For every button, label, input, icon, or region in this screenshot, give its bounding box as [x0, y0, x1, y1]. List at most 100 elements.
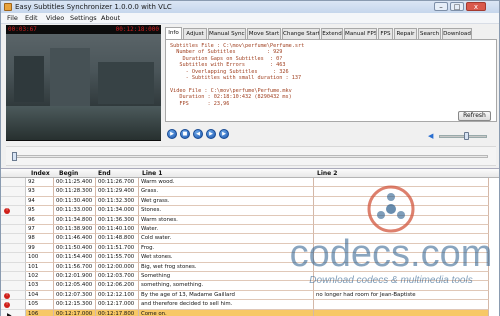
row-marker[interactable] [1, 272, 26, 282]
row-marker[interactable] [1, 215, 26, 225]
cell-index[interactable]: 104 [26, 290, 54, 301]
table-row[interactable]: ▶ 106 00:12:17.000 00:12:17.800 Come on. [1, 309, 499, 316]
col-line1[interactable]: Line 1 [142, 169, 162, 178]
cell-line2[interactable] [314, 281, 489, 291]
cell-index[interactable]: 105 [26, 300, 54, 310]
cell-begin[interactable]: 00:11:38.900 [54, 225, 96, 235]
seek-bar[interactable] [6, 146, 496, 166]
cell-begin[interactable]: 00:11:33.000 [54, 206, 96, 216]
col-begin[interactable]: Begin [59, 169, 78, 178]
cell-line2[interactable] [314, 178, 489, 188]
table-row[interactable]: 93 00:11:28.300 00:11:29.400 Grass. [1, 187, 499, 197]
cell-line1[interactable]: Something [139, 272, 314, 282]
cell-end[interactable]: 00:11:48.800 [96, 234, 139, 244]
cell-index[interactable]: 102 [26, 272, 54, 282]
table-row[interactable]: 100 00:11:54.400 00:11:55.700 Wet stones. [1, 253, 499, 263]
row-marker[interactable] [1, 243, 26, 254]
cell-index[interactable]: 99 [26, 243, 54, 254]
cell-line1[interactable]: Big, wet frog stones. [139, 262, 314, 272]
cell-begin[interactable]: 00:12:01.900 [54, 272, 96, 282]
cell-end[interactable]: 00:11:40.100 [96, 225, 139, 235]
tab-manual-fps[interactable]: Manual FPS [344, 28, 377, 39]
tab-adjust[interactable]: Adjust [183, 28, 207, 39]
speaker-icon[interactable]: ◀ [428, 132, 436, 140]
tab-extend[interactable]: Extend [321, 28, 343, 39]
cell-line2[interactable] [314, 272, 489, 282]
col-index[interactable]: Index [31, 169, 50, 178]
tab-search[interactable]: Search [418, 28, 441, 39]
cell-begin[interactable]: 00:12:05.400 [54, 281, 96, 291]
cell-begin[interactable]: 00:11:54.400 [54, 253, 96, 263]
cell-line1[interactable]: Cold water. [139, 234, 314, 244]
tab-move-start[interactable]: Move Start [247, 28, 281, 39]
row-marker[interactable] [1, 262, 26, 272]
next-frame-icon[interactable]: ▶ [219, 129, 229, 139]
volume-thumb[interactable] [464, 132, 469, 140]
cell-line2[interactable] [314, 225, 489, 235]
menu-video[interactable]: Video [46, 13, 64, 24]
row-marker[interactable]: ▶ [1, 309, 26, 316]
cell-begin[interactable]: 00:12:17.000 [54, 309, 96, 316]
maximize-button[interactable]: □ [450, 2, 464, 11]
close-button[interactable]: x [466, 2, 486, 11]
cell-line1[interactable]: Grass. [139, 187, 314, 197]
cell-begin[interactable]: 00:11:30.400 [54, 196, 96, 207]
row-marker[interactable] [1, 234, 26, 244]
cell-line2[interactable] [314, 206, 489, 216]
cell-line2[interactable] [314, 253, 489, 263]
row-marker[interactable] [1, 225, 26, 235]
tab-repair[interactable]: Repair [394, 28, 417, 39]
cell-index[interactable]: 94 [26, 196, 54, 207]
cell-line2[interactable] [314, 300, 489, 310]
cell-end[interactable]: 00:12:03.700 [96, 272, 139, 282]
cell-index[interactable]: 95 [26, 206, 54, 216]
cell-index[interactable]: 98 [26, 234, 54, 244]
minimize-button[interactable]: – [434, 2, 448, 11]
cell-end[interactable]: 00:12:06.200 [96, 281, 139, 291]
menu-about[interactable]: About [101, 13, 120, 24]
table-row[interactable]: ! 105 00:12:15.300 00:12:17.000 and therefor… [1, 300, 499, 310]
table-row[interactable]: 103 00:12:05.400 00:12:06.200 something, so… [1, 281, 499, 291]
table-row[interactable]: 99 00:11:50.400 00:11:51.700 Frog. [1, 243, 499, 254]
menu-edit[interactable]: Edit [25, 13, 38, 24]
cell-line1[interactable]: something, something. [139, 281, 314, 291]
cell-line1[interactable]: By the age of 13, Madame Gaillard [139, 290, 314, 301]
cell-line2[interactable] [314, 234, 489, 244]
cell-line2[interactable] [314, 262, 489, 272]
table-row[interactable]: 101 00:11:56.700 00:12:00.000 Big, wet frog… [1, 262, 499, 272]
cell-begin[interactable]: 00:11:28.300 [54, 187, 96, 197]
cell-line2[interactable] [314, 309, 489, 316]
cell-index[interactable]: 100 [26, 253, 54, 263]
cell-line1[interactable]: Stones. [139, 206, 314, 216]
table-row[interactable]: ! 95 00:11:33.000 00:11:34.000 Stones. [1, 206, 499, 216]
cell-line1[interactable]: Warm stones. [139, 215, 314, 225]
cell-line1[interactable]: Warm wood. [139, 178, 314, 188]
cell-end[interactable]: 00:11:34.000 [96, 206, 139, 216]
cell-line1[interactable]: Water. [139, 225, 314, 235]
cell-begin[interactable]: 00:11:50.400 [54, 243, 96, 254]
table-row[interactable]: 97 00:11:38.900 00:11:40.100 Water. [1, 225, 499, 235]
cell-index[interactable]: 93 [26, 187, 54, 197]
row-marker[interactable] [1, 196, 26, 207]
table-row[interactable]: 102 00:12:01.900 00:12:03.700 Something [1, 272, 499, 282]
cell-line1[interactable]: Frog. [139, 243, 314, 254]
cell-line2[interactable]: no longer had room for Jean-Baptiste [314, 290, 489, 301]
cell-line2[interactable] [314, 196, 489, 207]
table-row[interactable]: 94 00:11:30.400 00:11:32.300 Wet grass. [1, 196, 499, 207]
seek-thumb[interactable] [12, 152, 17, 161]
tab-fps[interactable]: FPS [378, 28, 393, 39]
cell-end[interactable]: 00:11:51.700 [96, 243, 139, 254]
cell-end[interactable]: 00:12:12.100 [96, 290, 139, 301]
row-marker[interactable]: ! [1, 206, 26, 216]
cell-index[interactable]: 103 [26, 281, 54, 291]
cell-line2[interactable] [314, 243, 489, 254]
cell-begin[interactable]: 00:11:46.400 [54, 234, 96, 244]
cell-line1[interactable]: Wet grass. [139, 196, 314, 207]
video-player[interactable]: 00:03:67 00:12:18:000 [6, 25, 161, 141]
cell-end[interactable]: 00:12:17.000 [96, 300, 139, 310]
menu-file[interactable]: File [7, 13, 18, 24]
tab-change-start[interactable]: Change Start [282, 28, 320, 39]
stop-icon[interactable]: ■ [180, 129, 190, 139]
cell-end[interactable]: 00:12:00.000 [96, 262, 139, 272]
cell-index[interactable]: 101 [26, 262, 54, 272]
